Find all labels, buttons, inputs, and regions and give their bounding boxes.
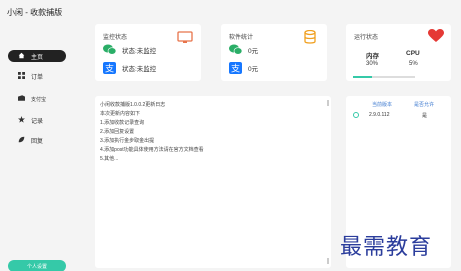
- wechat-amount: 0元: [248, 47, 259, 55]
- alipay-amount-row: 支 0元: [229, 62, 258, 74]
- sidebar-item-records[interactable]: 记录: [8, 114, 66, 126]
- monitor-title: 监控状态: [103, 35, 128, 41]
- svg-text:支: 支: [105, 63, 114, 75]
- version-update-value: 是: [422, 113, 428, 119]
- version-current-header: 当前版本: [372, 102, 393, 108]
- log-line: 3.添加执行金步取金出提: [100, 138, 155, 144]
- sidebar-item-label: 订单: [31, 74, 44, 81]
- heart-icon: [428, 29, 444, 48]
- alipay-amount: 0元: [248, 66, 259, 73]
- leaf-icon: [17, 136, 25, 145]
- sidebar-item-label: 记录: [31, 118, 44, 125]
- sidebar-item-home[interactable]: 主页: [8, 50, 66, 62]
- stats-card: 软件统计 0元 支 0元: [221, 24, 327, 81]
- sidebar-item-reply[interactable]: 回复: [8, 134, 66, 146]
- wechat-status-row: 状态:未监控: [103, 44, 156, 55]
- memory-value: 30%: [366, 61, 379, 67]
- scrollbar-down[interactable]: [327, 258, 329, 264]
- app-title: 小闲 - 收款捕版: [7, 8, 63, 17]
- database-icon: [304, 29, 316, 49]
- monitor-screen-icon: [177, 31, 193, 49]
- cpu-value: 5%: [409, 61, 418, 67]
- performance-title: 运行状态: [354, 35, 379, 41]
- log-line: 2.添加回复设置: [100, 129, 135, 135]
- log-line: 本次更新内容如下: [100, 111, 141, 117]
- log-line: 4.添加post功能具体使用方法请在官方文档查看: [100, 147, 204, 153]
- personal-settings-button[interactable]: 个人设置: [8, 260, 66, 271]
- sidebar: 主页 订单 支付宝 记录 回复 个人设置: [0, 26, 78, 271]
- sidebar-item-label: 回复: [31, 138, 44, 145]
- log-line: 5.其他...: [100, 156, 119, 162]
- scrollbar-up[interactable]: [327, 100, 329, 106]
- star-icon: [17, 115, 25, 125]
- update-log-panel[interactable]: 小闲收款捕版1.0.0.2更新日志 本次更新内容如下 1.添加收款记录查询 2.…: [95, 96, 331, 268]
- version-radio[interactable]: [353, 112, 359, 118]
- wechat-amount-row: 0元: [229, 44, 258, 55]
- sidebar-item-orders[interactable]: 订单: [8, 70, 66, 82]
- alipay-icon: 支: [229, 62, 242, 74]
- alipay-status: 状态:未监控: [122, 66, 157, 73]
- home-icon: [17, 52, 25, 61]
- memory-progress-fill: [353, 76, 372, 78]
- monitor-card: 监控状态 状态:未监控 支 状态:未监控: [95, 24, 201, 81]
- cpu-label: CPU: [406, 50, 420, 57]
- watermark-text: 最需教育: [340, 235, 433, 260]
- svg-text:支: 支: [231, 63, 240, 75]
- log-line: 1.添加收款记录查询: [100, 120, 145, 126]
- wallet-icon: [17, 95, 25, 103]
- wechat-status: 状态:未监控: [122, 47, 157, 55]
- stats-title: 软件统计: [229, 35, 254, 41]
- alipay-status-row: 支 状态:未监控: [103, 62, 156, 74]
- memory-progress-bar: [353, 76, 415, 78]
- wechat-icon: [229, 44, 242, 55]
- sidebar-item-label: 主页: [31, 54, 44, 61]
- sidebar-item-label: 支付宝: [31, 96, 47, 103]
- sidebar-item-alipay[interactable]: 支付宝: [8, 93, 66, 105]
- performance-card: 运行状态 内存 30% CPU 5%: [346, 24, 451, 81]
- memory-label: 内存: [366, 53, 379, 60]
- log-line: 小闲收款捕版1.0.0.2更新日志: [100, 102, 166, 108]
- version-current-value: 2.9.0.112: [369, 112, 390, 118]
- version-update-header: 是否允许: [414, 102, 435, 108]
- alipay-icon: 支: [103, 62, 116, 74]
- wechat-icon: [103, 44, 116, 55]
- title-bar: 小闲 - 收款捕版: [0, 0, 461, 26]
- grid-icon: [17, 71, 25, 81]
